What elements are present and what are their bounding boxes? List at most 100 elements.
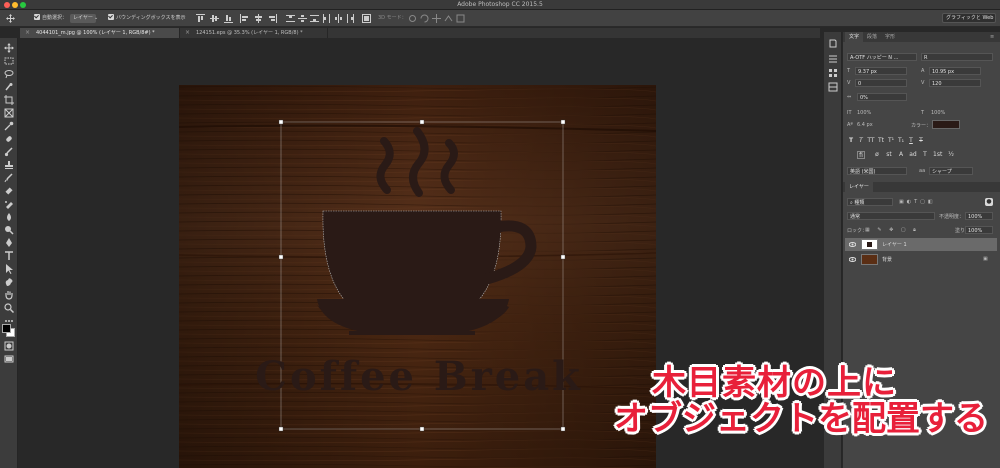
screen-mode-icon[interactable] — [4, 354, 14, 364]
quick-mask-icon[interactable] — [4, 341, 14, 351]
distribute-vcenter-icon[interactable] — [298, 14, 307, 23]
subscript-button[interactable]: T₁ — [897, 137, 905, 145]
bounding-box-checkbox[interactable]: バウンディングボックスを表示 — [108, 13, 186, 23]
strikethrough-button[interactable]: T — [917, 137, 925, 145]
horizontal-scale-value[interactable]: 100% — [931, 110, 945, 116]
dodge-tool-icon[interactable] — [4, 225, 14, 235]
eyedropper-tool-icon[interactable] — [4, 121, 14, 131]
opacity-field[interactable]: 100% — [965, 212, 993, 220]
marquee-tool-icon[interactable] — [4, 56, 14, 66]
auto-align-layers-icon[interactable] — [362, 14, 371, 23]
history-panel-icon[interactable] — [828, 38, 838, 48]
custom-shape-tool-icon[interactable] — [4, 277, 14, 287]
leading-field[interactable]: 10.95 px — [929, 67, 981, 75]
fractions-button[interactable]: 1st — [933, 151, 942, 159]
swash-button[interactable]: st — [885, 151, 893, 159]
close-tab-icon[interactable]: × — [25, 28, 30, 38]
filter-toggle-button[interactable]: ● — [985, 198, 993, 206]
titling-button[interactable]: ad — [909, 151, 917, 159]
align-bottom-icon[interactable] — [224, 14, 233, 23]
document-canvas[interactable]: Coffee Break — [179, 85, 656, 468]
3d-pan-icon[interactable] — [432, 14, 441, 23]
faux-italic-button[interactable]: T — [857, 137, 865, 145]
tab-paragraph[interactable]: 段落 — [863, 32, 881, 42]
3d-rotate-icon[interactable] — [408, 14, 417, 23]
align-left-icon[interactable] — [240, 14, 249, 23]
eraser-tool-icon[interactable] — [4, 186, 14, 196]
underline-button[interactable]: T — [907, 137, 915, 145]
layer-name[interactable]: レイヤー 1 — [882, 241, 907, 248]
path-selection-tool-icon[interactable] — [4, 264, 14, 274]
stylistic-alternates-button[interactable]: A — [897, 151, 905, 159]
3d-roll-icon[interactable] — [420, 14, 429, 23]
3d-slide-icon[interactable] — [444, 14, 453, 23]
gradient-tool-icon[interactable] — [4, 199, 14, 209]
all-caps-button[interactable]: TT — [867, 137, 875, 145]
visibility-eye-icon[interactable] — [848, 241, 857, 248]
history-brush-tool-icon[interactable] — [4, 173, 14, 183]
crop-tool-icon[interactable] — [4, 95, 14, 105]
align-vertical-center-icon[interactable] — [210, 14, 219, 23]
layer-row-layer1[interactable]: レイヤー 1 — [845, 238, 997, 251]
type-tool-icon[interactable] — [4, 251, 14, 261]
layer-filter-select[interactable]: ⌕ 種類 — [847, 198, 893, 206]
layer-comps-panel-icon[interactable] — [828, 82, 838, 92]
kerning-field[interactable]: 0 — [855, 79, 907, 87]
clone-stamp-tool-icon[interactable] — [4, 160, 14, 170]
tab-document-2[interactable]: × 124151.eps @ 35.3% (レイヤー 1, RGB/8) * — [180, 28, 328, 38]
tracking-field[interactable]: 120 — [929, 79, 981, 87]
layer-filter-icons[interactable]: ▣◐T▢◧ — [899, 199, 936, 205]
fraction-half-button[interactable]: ½ — [947, 151, 955, 159]
text-color-swatch[interactable] — [932, 120, 960, 129]
frame-tool-icon[interactable] — [4, 108, 14, 118]
tab-document-1[interactable]: × 4044101_m.jpg @ 100% (レイヤー 1, RGB/8#) * — [20, 28, 180, 38]
contextual-alternates-button[interactable]: ø — [873, 151, 881, 159]
baseline-shift-value[interactable]: 6.4 px — [857, 122, 873, 128]
vertical-scale-value[interactable]: 100% — [857, 110, 871, 116]
font-family-select[interactable]: A-OTF ハッピー N ... — [847, 53, 917, 61]
quick-selection-tool-icon[interactable] — [4, 82, 14, 92]
healing-brush-tool-icon[interactable] — [4, 134, 14, 144]
superscript-button[interactable]: T¹ — [887, 137, 895, 145]
layer-name[interactable]: 背景 — [882, 256, 892, 263]
zoom-tool-icon[interactable] — [4, 303, 14, 313]
distribute-hcenter-icon[interactable] — [334, 14, 343, 23]
hand-tool-icon[interactable] — [4, 290, 14, 300]
swatches-panel-icon[interactable] — [828, 68, 838, 78]
tab-layers[interactable]: レイヤー — [845, 182, 873, 192]
tab-glyphs[interactable]: 字形 — [881, 32, 899, 42]
lasso-tool-icon[interactable] — [4, 69, 14, 79]
font-style-select[interactable]: R — [921, 53, 993, 61]
fill-field[interactable]: 100% — [965, 226, 993, 234]
layer-row-background[interactable]: 背景 ▣ — [845, 253, 997, 266]
auto-select-checkbox[interactable]: 自動選択： — [34, 13, 67, 23]
properties-panel-icon[interactable] — [828, 54, 838, 64]
faux-bold-button[interactable]: T — [847, 137, 855, 145]
ligature-button[interactable]: fi — [857, 151, 865, 159]
move-tool-icon[interactable] — [4, 43, 14, 53]
tsume-field[interactable]: 0% — [857, 93, 907, 101]
blur-tool-icon[interactable] — [4, 212, 14, 222]
panel-menu-icon[interactable]: ≡ — [986, 32, 998, 42]
3d-scale-icon[interactable] — [456, 14, 465, 23]
move-tool-icon[interactable] — [6, 14, 15, 23]
auto-select-dropdown[interactable]: レイヤー — [70, 14, 96, 23]
align-horizontal-center-icon[interactable] — [254, 14, 263, 23]
blend-mode-select[interactable]: 通常 — [847, 212, 935, 220]
distribute-right-icon[interactable] — [346, 14, 355, 23]
distribute-bottom-icon[interactable] — [310, 14, 319, 23]
workspace-switcher[interactable]: グラフィックと Web — [942, 13, 996, 23]
visibility-eye-icon[interactable] — [848, 256, 857, 263]
antialias-select[interactable]: シャープ — [929, 167, 973, 175]
tab-character[interactable]: 文字 — [845, 32, 864, 42]
brush-tool-icon[interactable] — [4, 147, 14, 157]
distribute-top-icon[interactable] — [286, 14, 295, 23]
language-select[interactable]: 英語 (米国) — [847, 167, 907, 175]
small-caps-button[interactable]: Tt — [877, 137, 885, 145]
pen-tool-icon[interactable] — [4, 238, 14, 248]
distribute-left-icon[interactable] — [322, 14, 331, 23]
close-tab-icon[interactable]: × — [185, 28, 190, 38]
font-size-field[interactable]: 9.37 px — [855, 67, 907, 75]
ordinals-button[interactable]: T — [921, 151, 929, 159]
align-top-icon[interactable] — [196, 14, 205, 23]
